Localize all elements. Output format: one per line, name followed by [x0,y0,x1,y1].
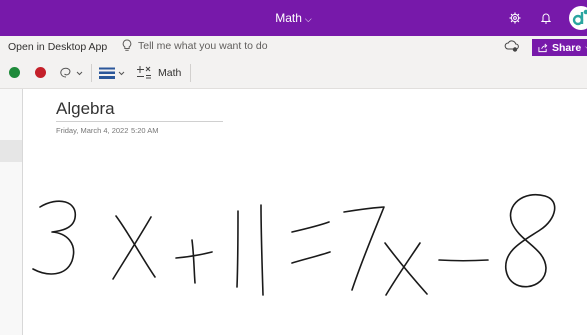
ink-stroke-7 [343,206,385,291]
ink-stroke-1a [236,210,239,288]
ink-stroke-minus [438,259,489,262]
ink-stroke-1b [260,204,264,296]
ink-stroke-plus [175,239,213,284]
ink-stroke-8 [505,193,556,288]
handwritten-equation[interactable] [0,0,587,335]
ink-stroke-3 [32,200,76,275]
ink-stroke-x2 [384,242,428,296]
ink-stroke-x [112,215,156,280]
ink-stroke-equals [291,221,331,264]
